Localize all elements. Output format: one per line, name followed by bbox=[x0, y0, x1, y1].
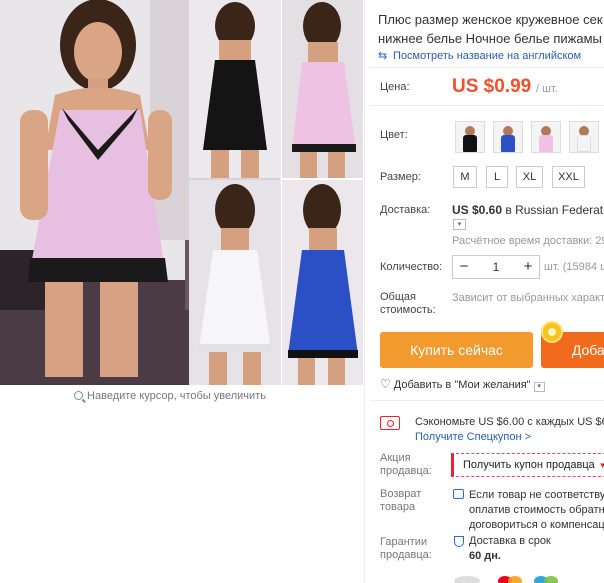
seller-promo-label: Акция продавца: bbox=[380, 452, 432, 478]
returns-label-line1: Возврат bbox=[380, 488, 422, 500]
returns-text-line1: Если товар не соответствует bbox=[469, 489, 604, 501]
total-value: Зависит от выбранных характе bbox=[452, 292, 604, 304]
guarantee-label-line2: продавца: bbox=[380, 549, 432, 561]
payment-icon bbox=[454, 576, 480, 583]
price-label: Цена: bbox=[380, 81, 410, 93]
translate-icon: ⇆ bbox=[378, 50, 388, 62]
thumb-white-art bbox=[189, 180, 281, 385]
panel-divider bbox=[364, 0, 365, 583]
seller-coupon-button[interactable]: Получить купон продавца ▼ bbox=[451, 453, 604, 477]
product-title: Плюс размер женское кружевное сек нижнее… bbox=[378, 10, 604, 48]
size-option-xxl[interactable]: XXL bbox=[552, 166, 585, 188]
wishlist-link[interactable]: ♡ Добавить в "Мои желания" ▾ bbox=[380, 377, 545, 392]
color-option-black[interactable] bbox=[455, 121, 485, 153]
total-label: Общая стоимость: bbox=[380, 291, 436, 317]
quantity-decrease-button[interactable]: − bbox=[453, 256, 475, 278]
shipping-dropdown-icon[interactable]: ▾ bbox=[453, 219, 466, 230]
mastercard-icon bbox=[508, 576, 522, 583]
coupon-save-text: Сэкономьте US $6.00 с каждых US $65.0 bbox=[415, 416, 604, 428]
color-option-white[interactable] bbox=[569, 121, 599, 153]
payment-icon bbox=[544, 576, 558, 583]
shipping-label: Доставка: bbox=[380, 204, 431, 216]
quantity-available: шт. (15984 ш bbox=[544, 261, 604, 273]
size-option-l[interactable]: L bbox=[486, 166, 508, 188]
guarantee-label: Гарантии продавца: bbox=[380, 536, 432, 562]
quantity-label: Количество: bbox=[380, 261, 443, 273]
thumbnail-black[interactable] bbox=[189, 0, 281, 178]
guarantee-text: Доставка в срок bbox=[469, 535, 551, 547]
quantity-input[interactable]: 1 bbox=[477, 256, 515, 278]
coin-icon bbox=[541, 321, 563, 343]
returns-icon bbox=[453, 489, 464, 499]
product-title-line2: нижнее белье Ночное белье пижамы bbox=[378, 31, 602, 46]
seller-coupon-label: Получить купон продавца bbox=[463, 459, 595, 471]
thumbnail-white[interactable] bbox=[189, 180, 281, 385]
divider bbox=[370, 67, 604, 68]
shipping-cost: US $0.60 bbox=[452, 203, 503, 217]
translate-link-text: Посмотреть название на английском bbox=[393, 50, 582, 62]
seller-promo-label-line1: Акция bbox=[380, 452, 411, 464]
coupon-icon bbox=[380, 416, 400, 430]
color-option-blue[interactable] bbox=[493, 121, 523, 153]
quantity-increase-button[interactable]: + bbox=[517, 256, 539, 278]
thumbnail-blue[interactable] bbox=[282, 180, 363, 385]
returns-label: Возврат товара bbox=[380, 488, 421, 514]
returns-text-line3: договориться о компенсаци bbox=[469, 519, 604, 531]
divider bbox=[370, 400, 604, 401]
price-unit: / шт. bbox=[536, 83, 558, 95]
thumb-pink-art bbox=[282, 0, 363, 178]
shipping-estimate: Расчётное время доставки: 29- bbox=[452, 235, 604, 247]
color-label: Цвет: bbox=[380, 129, 408, 141]
size-label: Размер: bbox=[380, 171, 421, 183]
payment-icons bbox=[452, 576, 602, 583]
wishlist-dropdown-icon[interactable]: ▾ bbox=[533, 382, 545, 392]
product-title-line1: Плюс размер женское кружевное сек bbox=[378, 12, 603, 27]
quantity-stepper: − 1 + bbox=[452, 255, 540, 279]
zoom-hint: Наведите курсор, чтобы увеличить bbox=[0, 390, 340, 402]
magnifier-icon bbox=[74, 391, 84, 400]
product-gallery bbox=[0, 0, 363, 385]
returns-label-line2: товара bbox=[380, 501, 416, 513]
guarantee-days: 60 дн. bbox=[469, 550, 501, 562]
total-label-line1: Общая bbox=[380, 291, 416, 303]
seller-promo-label-line2: продавца: bbox=[380, 465, 432, 477]
shield-icon bbox=[454, 536, 464, 547]
price-value: US $0.99 bbox=[452, 76, 532, 97]
thumb-blue-art bbox=[282, 180, 363, 385]
shipping-price: US $0.60 в Russian Federation bbox=[452, 203, 604, 217]
thumbnail-pink-back[interactable] bbox=[282, 0, 363, 178]
returns-text-line2: оплатив стоимость обратно bbox=[469, 504, 604, 516]
size-option-xl[interactable]: XL bbox=[516, 166, 543, 188]
returns-text: Если товар не соответствует оплатив стои… bbox=[469, 488, 604, 533]
buy-now-button[interactable]: Купить сейчас bbox=[380, 332, 533, 368]
thumb-black-art bbox=[189, 0, 281, 178]
zoom-hint-text: Наведите курсор, чтобы увеличить bbox=[87, 390, 266, 402]
color-option-pink[interactable] bbox=[531, 121, 561, 153]
guarantee-label-line1: Гарантии bbox=[380, 536, 428, 548]
heart-icon: ♡ bbox=[380, 377, 391, 391]
total-label-line2: стоимость: bbox=[380, 304, 436, 316]
translate-title-link[interactable]: ⇆ Посмотреть название на английском bbox=[378, 49, 581, 62]
wishlist-text: Добавить в "Мои желания" bbox=[393, 379, 531, 391]
get-coupon-link[interactable]: Получите Спецкупон > bbox=[415, 431, 531, 443]
shipping-carrier: Russian Federation bbox=[515, 203, 604, 217]
shipping-carrier-prefix: в bbox=[502, 203, 516, 217]
divider bbox=[370, 105, 604, 106]
chevron-down-icon: ▼ bbox=[598, 461, 604, 470]
size-option-m[interactable]: M bbox=[453, 166, 477, 188]
